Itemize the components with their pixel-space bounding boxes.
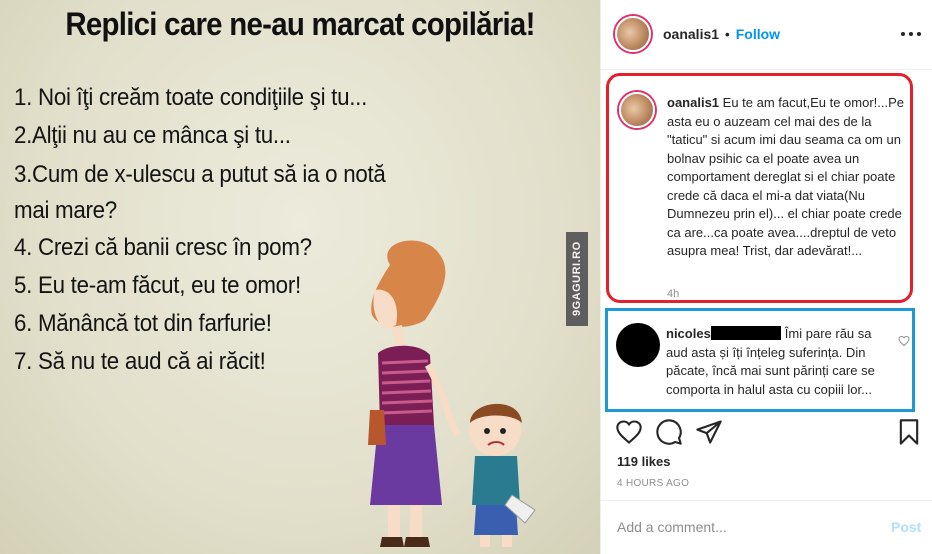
caption-text: oanalis1 Eu te am facut,Eu te omor!...Pe…: [667, 94, 905, 261]
comment-input[interactable]: [617, 515, 867, 539]
image-title: Replici care ne-au marcat copilăria!: [65, 6, 535, 42]
caption-body: Eu te am facut,Eu te omor!...Pe asta eu …: [667, 95, 905, 258]
header-user-row: oanalis1 • Follow: [663, 26, 780, 42]
post-header: oanalis1 • Follow: [601, 0, 932, 70]
avatar[interactable]: [616, 323, 660, 367]
share-icon[interactable]: [695, 418, 723, 446]
separator-dot: •: [724, 26, 730, 42]
mother-child-illustration: [368, 240, 536, 547]
add-comment-bar: Post: [601, 500, 932, 554]
action-bar: [601, 412, 932, 452]
image-line: mai mare?: [14, 197, 117, 224]
caption-username[interactable]: oanalis1: [667, 95, 719, 110]
image-line: 1. Noi îţi creăm toate condiţiile şi tu.…: [14, 84, 368, 111]
avatar[interactable]: [619, 92, 655, 128]
like-icon[interactable]: [615, 418, 643, 446]
post-timestamp[interactable]: 4 HOURS AGO: [617, 478, 689, 489]
comment-icon[interactable]: [655, 418, 683, 446]
more-options-icon[interactable]: [901, 24, 921, 44]
comment-text: nicoles Îmi pare rău sa aud asta și îți î…: [666, 325, 890, 399]
post-side-panel: oanalis1 • Follow oanalis1 Eu te am facu…: [600, 0, 932, 554]
likes-count[interactable]: 119 likes: [617, 454, 671, 469]
image-line: 3.Cum de x-ulescu a putut să ia o notă: [14, 161, 386, 188]
header-username[interactable]: oanalis1: [663, 26, 719, 42]
post-image[interactable]: Replici care ne-au marcat copilăria! 1. …: [0, 0, 600, 554]
comment-highlight: nicoles Îmi pare rău sa aud asta și îți î…: [605, 308, 915, 412]
caption-time[interactable]: 4h: [667, 288, 679, 300]
post-button[interactable]: Post: [891, 519, 921, 535]
redaction-bar: [710, 326, 781, 340]
avatar[interactable]: [615, 16, 651, 52]
comment-username[interactable]: nicoles: [666, 326, 711, 341]
follow-button[interactable]: Follow: [736, 26, 780, 42]
comment-like-icon[interactable]: [898, 335, 910, 347]
bookmark-icon[interactable]: [895, 418, 923, 446]
caption-highlight: oanalis1 Eu te am facut,Eu te omor!...Pe…: [606, 73, 913, 303]
image-line: 2.Alţii nu au ce mânca şi tu...: [14, 122, 291, 149]
